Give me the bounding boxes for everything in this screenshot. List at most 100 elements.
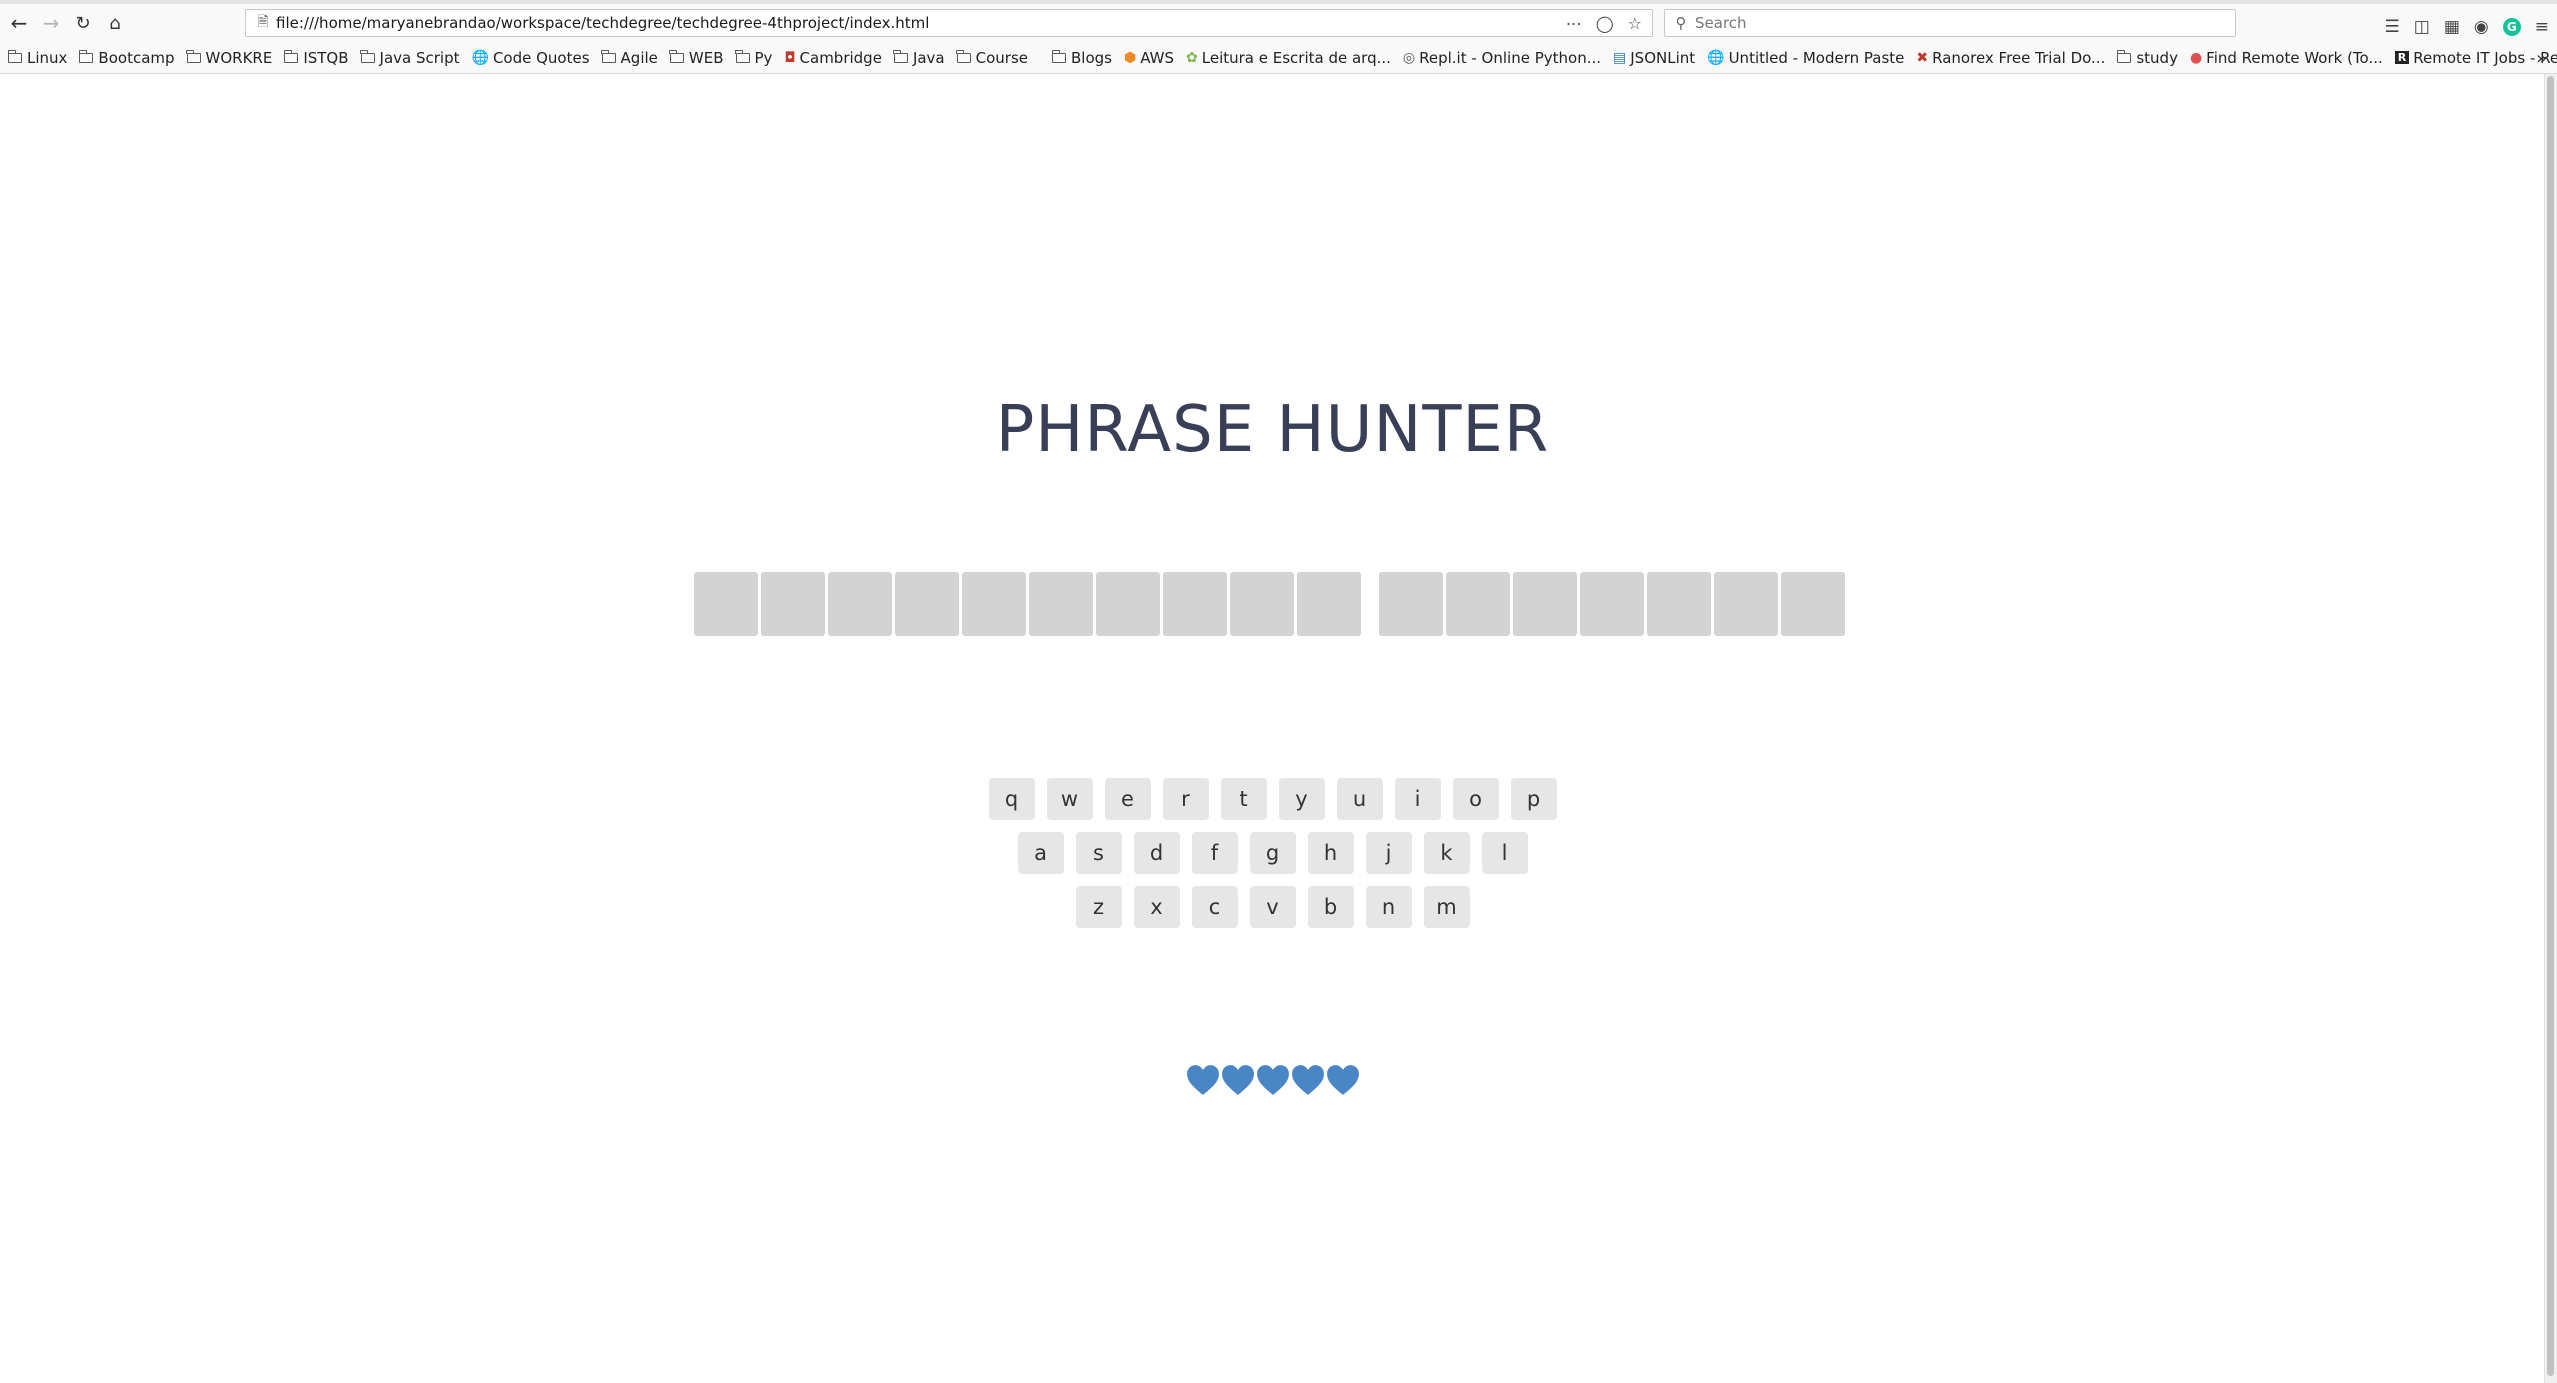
search-bar[interactable]: ⚲ [1664,9,2236,37]
bookmark-label: study [2136,48,2178,67]
grammarly-icon[interactable]: G [2502,18,2521,36]
key-e[interactable]: e [1104,778,1151,820]
key-v[interactable]: v [1249,886,1296,928]
key-b[interactable]: b [1307,886,1354,928]
menu-icon[interactable]: ≡ [2535,17,2549,37]
bookmark-java-script[interactable]: Java Script [360,48,460,67]
key-g[interactable]: g [1249,832,1296,874]
key-f[interactable]: f [1191,832,1238,874]
bookmark-leitura-e-escrita-de-arq[interactable]: ✿ Leitura e Escrita de arq... [1186,49,1391,67]
scrollbar-thumb[interactable] [2547,76,2554,1376]
bookmark-star-icon[interactable]: ☆ [1628,14,1642,33]
bookmark-bootcamp[interactable]: Bootcamp [78,48,175,67]
key-x[interactable]: x [1133,886,1180,928]
key-n[interactable]: n [1365,886,1412,928]
key-a[interactable]: a [1017,832,1064,874]
key-l[interactable]: l [1481,832,1528,874]
folder-icon [956,49,971,63]
shield-icon: ◘ [784,49,796,66]
onscreen-keyboard: qwertyuiop asdfghjkl zxcvbnm [0,778,2545,928]
keyrow: asdfghjkl [1017,832,1528,874]
bookmark-label: JSONLint [1630,48,1696,67]
library-icon[interactable]: ☰ [2385,17,2400,37]
bookmark-java[interactable]: Java [893,48,945,67]
bookmark-code-quotes[interactable]: 🌐 Code Quotes [472,49,590,67]
sidebar-icon[interactable]: ◫ [2414,17,2430,37]
key-z[interactable]: z [1075,886,1122,928]
hidden-letter-tile [962,572,1026,636]
bookmark-remote-it-jobs-rem[interactable]: RRemote IT Jobs - Rem... [2394,49,2557,67]
key-r[interactable]: r [1162,778,1209,820]
key-q[interactable]: q [988,778,1035,820]
hidden-letter-tile [1096,572,1160,636]
reload-button[interactable]: ↻ [68,8,98,38]
bookmark-agile[interactable]: Agile [601,48,658,67]
key-t[interactable]: t [1220,778,1267,820]
bookmark-label: WORKRE [205,48,273,67]
key-s[interactable]: s [1075,832,1122,874]
key-p[interactable]: p [1510,778,1557,820]
bookmark-istqb[interactable]: ISTQB [283,49,349,67]
page-scrollbar[interactable] [2544,74,2557,1383]
bookmark-untitled-modern-paste[interactable]: 🌐 Untitled - Modern Paste [1707,49,1904,67]
folder-icon [7,49,22,63]
key-c[interactable]: c [1191,886,1238,928]
folder-icon [735,49,750,63]
bookmark-label: Bootcamp [98,48,175,67]
bookmark-workre[interactable]: WORKRE [186,48,273,67]
hidden-letter-tile [1163,572,1227,636]
bookmark-label: Java Script [379,48,460,67]
home-button[interactable]: ⌂ [100,8,130,38]
bookmark-aws[interactable]: ⬢ AWS [1124,49,1174,67]
hidden-letter-tile [1230,572,1294,636]
aws-icon: ⬢ [1123,49,1137,66]
hidden-letter-tile [828,572,892,636]
bookmark-jsonlint[interactable]: ▤ JSONLint [1613,49,1695,67]
bookmark-label: Code Quotes [492,48,590,67]
key-m[interactable]: m [1423,886,1470,928]
forward-button[interactable]: → [36,8,66,38]
bookmark-course[interactable]: Course [956,48,1028,67]
bookmark-study[interactable]: study [2116,48,2178,67]
heart-icon [1326,1065,1359,1095]
key-k[interactable]: k [1423,832,1470,874]
back-button[interactable]: ← [4,8,34,38]
search-input[interactable] [1693,13,2235,33]
key-h[interactable]: h [1307,832,1354,874]
address-bar[interactable]: 🗎 file:///home/maryanebrandao/workspace/… [245,9,1653,37]
url-text[interactable]: file:///home/maryanebrandao/workspace/te… [276,14,1566,32]
folder-icon [78,49,94,63]
bookmark-label: Java [912,48,945,67]
key-o[interactable]: o [1452,778,1499,820]
page-title: PHRASE HUNTER [995,393,1550,468]
account-icon[interactable]: ◉ [2474,17,2489,37]
lives-scoreboard [0,1060,2545,1100]
page-actions-icon[interactable]: ⋯ [1566,14,1582,33]
bookmark-label: Ranorex Free Trial Do... [1932,48,2106,67]
pocket-icon[interactable]: ◯ [1596,14,1614,33]
bookmark-blogs[interactable]: Blogs [1051,49,1112,67]
folder-icon [893,49,908,63]
bookmark-label: Agile [620,48,658,67]
hidden-letter-tile [1513,572,1577,636]
bookmark-cambridge[interactable]: ◘ Cambridge [784,49,881,67]
keyrow: zxcvbnm [1075,886,1470,928]
bookmarks-overflow-icon[interactable]: » [2536,42,2547,73]
key-i[interactable]: i [1394,778,1441,820]
bookmark-py[interactable]: Py [735,49,772,67]
key-u[interactable]: u [1336,778,1383,820]
bookmark-label: Course [975,48,1028,67]
key-y[interactable]: y [1278,778,1325,820]
key-j[interactable]: j [1365,832,1412,874]
bookmark-linux[interactable]: Linux [7,49,67,67]
extension-icon[interactable]: ▦ [2444,17,2460,37]
folder-icon [669,49,684,63]
bookmark-web[interactable]: WEB [669,49,724,67]
hidden-letter-tile [761,572,825,636]
bookmark-find-remote-work-to[interactable]: ● Find Remote Work (To... [2190,49,2383,67]
heart-icon [1221,1065,1254,1095]
key-d[interactable]: d [1133,832,1180,874]
bookmark-repl-it-online-python[interactable]: ◎ Repl.it - Online Python... [1403,49,1601,67]
bookmark-ranorex-free-trial-do[interactable]: ✖ Ranorex Free Trial Do... [1916,49,2105,67]
key-w[interactable]: w [1046,778,1093,820]
